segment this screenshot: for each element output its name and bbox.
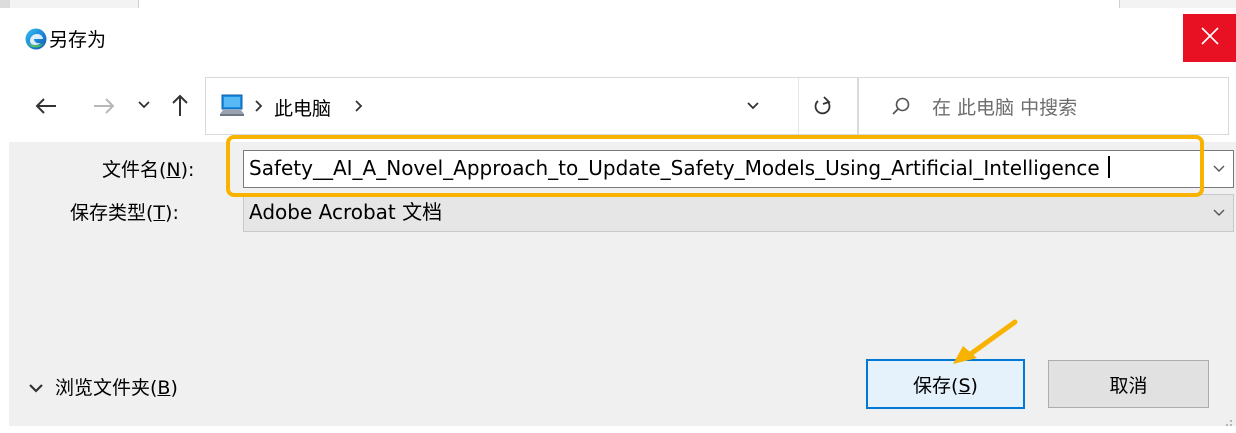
breadcrumb-chevron-icon[interactable]: [354, 100, 364, 112]
breadcrumb-this-pc[interactable]: 此电脑: [274, 97, 331, 121]
breadcrumb-chevron-icon: [254, 100, 264, 112]
close-button[interactable]: [1183, 14, 1236, 62]
cancel-button-label: 取消: [1109, 374, 1148, 397]
save-as-dialog: 另存为 此电脑 在 此电脑 中搜索 文件名(N): Safety__AI_A_N…: [9, 8, 1236, 426]
refresh-icon[interactable]: [812, 95, 834, 117]
cancel-button[interactable]: 取消: [1048, 360, 1209, 408]
expand-chevron-icon: [29, 379, 43, 398]
computer-icon: [218, 94, 246, 118]
browse-folders-toggle[interactable]: 浏览文件夹(B): [29, 376, 178, 400]
back-arrow-icon[interactable]: [33, 94, 59, 118]
search-placeholder: 在 此电脑 中搜索: [932, 97, 1078, 119]
filetype-label: 保存类型(T):: [70, 202, 179, 224]
window-title: 另存为: [49, 29, 107, 51]
address-bar[interactable]: 此电脑: [205, 77, 858, 135]
address-divider: [798, 78, 799, 134]
background-window-content: [138, 0, 1120, 8]
navigation-bar: 此电脑 在 此电脑 中搜索: [9, 70, 1236, 142]
filetype-mnemonic: T: [153, 202, 166, 224]
filename-mnemonic: N: [166, 159, 181, 181]
recent-chevron-icon[interactable]: [137, 98, 151, 112]
browse-folders-label: 浏览文件夹(B): [55, 377, 178, 399]
address-dropdown-icon[interactable]: [746, 100, 760, 112]
dropdown-icon[interactable]: [1212, 207, 1226, 219]
search-icon: [891, 96, 911, 116]
annotation-arrow-icon: [949, 318, 1023, 372]
edge-icon: [25, 28, 47, 50]
background-window: [0, 0, 1236, 8]
background-window-edge: [0, 0, 10, 8]
forward-arrow-icon[interactable]: [91, 94, 117, 118]
dropdown-icon[interactable]: [1212, 163, 1226, 175]
close-icon: [1200, 27, 1219, 49]
filetype-value: Adobe Acrobat 文档: [249, 200, 443, 224]
title-bar: 另存为: [9, 8, 1236, 70]
search-box[interactable]: 在 此电脑 中搜索: [858, 77, 1229, 135]
up-arrow-icon[interactable]: [169, 92, 191, 118]
resize-grip-icon[interactable]: [1221, 414, 1233, 433]
filetype-select[interactable]: Adobe Acrobat 文档: [243, 194, 1234, 232]
save-button-label: 保存(S): [913, 374, 978, 397]
filename-label: 文件名(N):: [102, 159, 195, 181]
annotation-highlight-box: [226, 135, 1204, 197]
